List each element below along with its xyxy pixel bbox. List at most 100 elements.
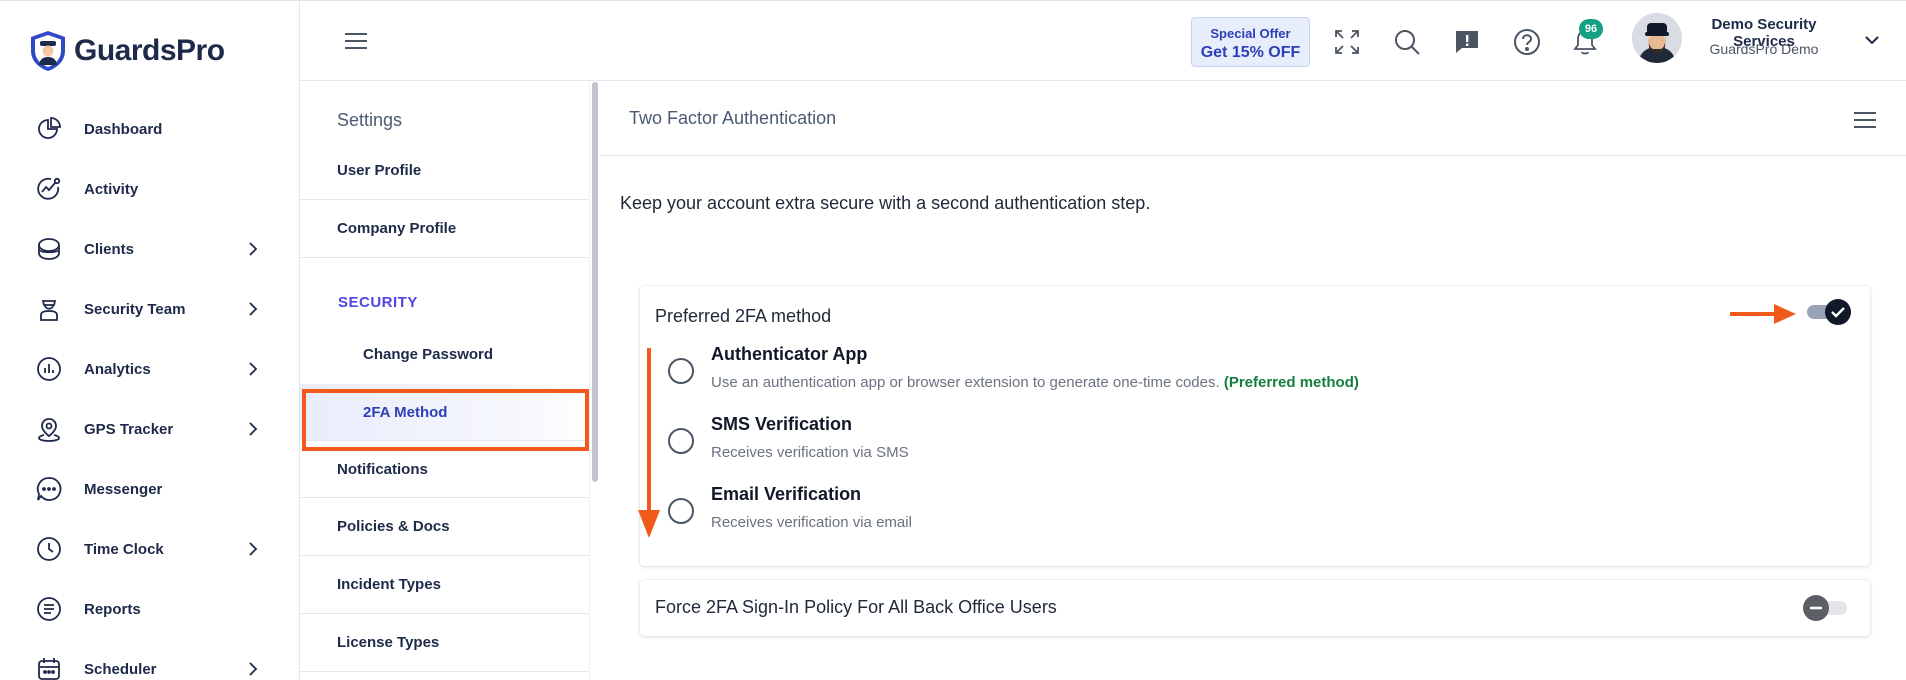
option-desc: Receives verification via SMS	[711, 444, 909, 461]
nav-label: Messenger	[84, 480, 163, 498]
settings-section-security: SECURITY	[338, 294, 418, 311]
settings-item-license-types[interactable]: License Types	[300, 614, 589, 672]
analytics-icon	[37, 357, 61, 381]
annotation-arrow-right-icon	[1730, 304, 1796, 324]
nav-item-dashboard[interactable]: Dashboard	[0, 99, 300, 159]
options-menu-icon[interactable]	[1853, 110, 1877, 130]
nav-item-gps-tracker[interactable]: GPS Tracker	[0, 399, 300, 459]
avatar[interactable]	[1632, 13, 1682, 63]
preferred-2fa-card: Preferred 2FA method Authenticator App U…	[640, 286, 1870, 566]
chevron-right-icon	[249, 362, 258, 376]
radio-email-verification[interactable]	[668, 498, 694, 524]
settings-item-label: Notifications	[337, 460, 428, 478]
feedback-alert-icon[interactable]	[1452, 27, 1482, 57]
settings-item-incident-types[interactable]: Incident Types	[300, 556, 589, 614]
settings-item-label: User Profile	[337, 162, 422, 179]
nav-label: Analytics	[84, 360, 151, 378]
settings-item-label: License Types	[337, 634, 440, 651]
scrollbar-thumb[interactable]	[592, 82, 598, 482]
annotation-arrow-down-icon	[638, 348, 660, 538]
nav-item-security-team[interactable]: Security Team	[0, 279, 300, 339]
chevron-right-icon	[249, 302, 258, 316]
brand-logo[interactable]: GuardsPro	[28, 29, 225, 73]
chevron-down-icon[interactable]	[1864, 34, 1880, 46]
chevron-right-icon	[249, 422, 258, 436]
preferred-method-tag: (Preferred method)	[1223, 374, 1359, 391]
scheduler-icon	[38, 658, 60, 680]
activity-icon	[37, 177, 61, 200]
force-2fa-card: Force 2FA Sign-In Policy For All Back Of…	[640, 580, 1870, 636]
preferred-2fa-toggle[interactable]	[1803, 299, 1851, 325]
nav-item-time-clock[interactable]: Time Clock	[0, 519, 300, 579]
settings-title: Settings	[337, 110, 403, 130]
chevron-right-icon	[249, 542, 258, 556]
nav-item-reports[interactable]: Reports	[0, 579, 300, 639]
preferred-2fa-title: Preferred 2FA method	[655, 306, 832, 326]
nav-item-scheduler[interactable]: Scheduler	[0, 639, 300, 680]
help-icon[interactable]	[1512, 27, 1542, 57]
fullscreen-icon[interactable]	[1332, 27, 1362, 57]
intro-text: Keep your account extra secure with a se…	[620, 193, 1151, 213]
settings-item-label: Company Profile	[337, 220, 457, 237]
guard-shield-logo-icon	[31, 31, 65, 71]
nav-item-analytics[interactable]: Analytics	[0, 339, 300, 399]
sidebar: GuardsPro Dashboard Activity Clients Sec…	[0, 1, 300, 680]
option-desc: Receives verification via email	[711, 514, 912, 531]
notification-count-badge: 96	[1579, 19, 1603, 39]
gps-tracker-icon	[38, 418, 60, 442]
annotation-highlight-box	[302, 389, 589, 451]
nav-item-clients[interactable]: Clients	[0, 219, 300, 279]
nav-label: Time Clock	[84, 540, 164, 558]
nav-label: Dashboard	[84, 120, 163, 138]
toggle-knob	[1803, 595, 1829, 621]
time-clock-icon	[37, 537, 61, 561]
main-header: Two Factor Authentication	[599, 82, 1906, 156]
nav-label: Clients	[84, 240, 135, 258]
nav-label: Reports	[84, 600, 141, 618]
settings-item-policies-docs[interactable]: Policies & Docs	[300, 498, 589, 556]
brand-name: GuardsPro	[74, 34, 225, 67]
option-email-verification: Email Verification Receives verification…	[654, 484, 1554, 544]
dashboard-icon	[38, 117, 61, 139]
settings-item-label: Policies & Docs	[337, 518, 450, 535]
settings-item-company-profile[interactable]: Company Profile	[300, 200, 589, 258]
user-company: GuardsPro Demo	[1709, 41, 1819, 57]
user-avatar-icon	[1632, 13, 1682, 63]
nav-label: Activity	[84, 180, 139, 198]
security-team-icon	[40, 300, 58, 321]
settings-item-label: Change Password	[363, 345, 494, 363]
reports-icon	[37, 597, 61, 621]
option-authenticator-app: Authenticator App Use an authentication …	[654, 344, 1554, 404]
option-title: Email Verification	[711, 484, 862, 504]
force-2fa-toggle[interactable]	[1803, 595, 1851, 621]
chevron-right-icon	[249, 242, 258, 256]
chevron-right-icon	[249, 662, 258, 676]
settings-scrollbar[interactable]	[589, 82, 599, 680]
radio-authenticator-app[interactable]	[668, 358, 694, 384]
option-desc-text: Use an authentication app or browser ext…	[711, 374, 1220, 391]
search-icon[interactable]	[1392, 27, 1422, 57]
option-sms-verification: SMS Verification Receives verification v…	[654, 414, 1554, 474]
nav-label: GPS Tracker	[84, 420, 174, 438]
minus-icon	[1810, 606, 1822, 610]
settings-item-change-password[interactable]: Change Password	[300, 326, 589, 382]
offer-line1: Special Offer	[1210, 26, 1291, 41]
nav-item-messenger[interactable]: Messenger	[0, 459, 300, 519]
settings-item-user-profile[interactable]: User Profile	[300, 142, 589, 200]
settings-item-label: Incident Types	[337, 576, 441, 593]
nav-item-activity[interactable]: Activity	[0, 159, 300, 219]
top-header: Special Offer Get 15% OFF 96 Demo Securi…	[300, 1, 1906, 81]
clients-icon	[38, 238, 60, 260]
radio-sms-verification[interactable]	[668, 428, 694, 454]
main-content: Two Factor Authentication Keep your acco…	[599, 82, 1906, 680]
messenger-icon	[36, 477, 62, 501]
hamburger-menu-icon[interactable]	[344, 31, 368, 51]
option-desc: Use an authentication app or browser ext…	[711, 374, 1359, 391]
settings-panel: Settings User Profile Company Profile SE…	[300, 82, 589, 680]
toggle-knob	[1825, 299, 1851, 325]
check-icon	[1831, 307, 1845, 318]
special-offer-button[interactable]: Special Offer Get 15% OFF	[1191, 17, 1310, 67]
offer-line2: Get 15% OFF	[1200, 44, 1301, 61]
page-title: Two Factor Authentication	[629, 108, 837, 128]
nav-label: Security Team	[84, 300, 186, 318]
